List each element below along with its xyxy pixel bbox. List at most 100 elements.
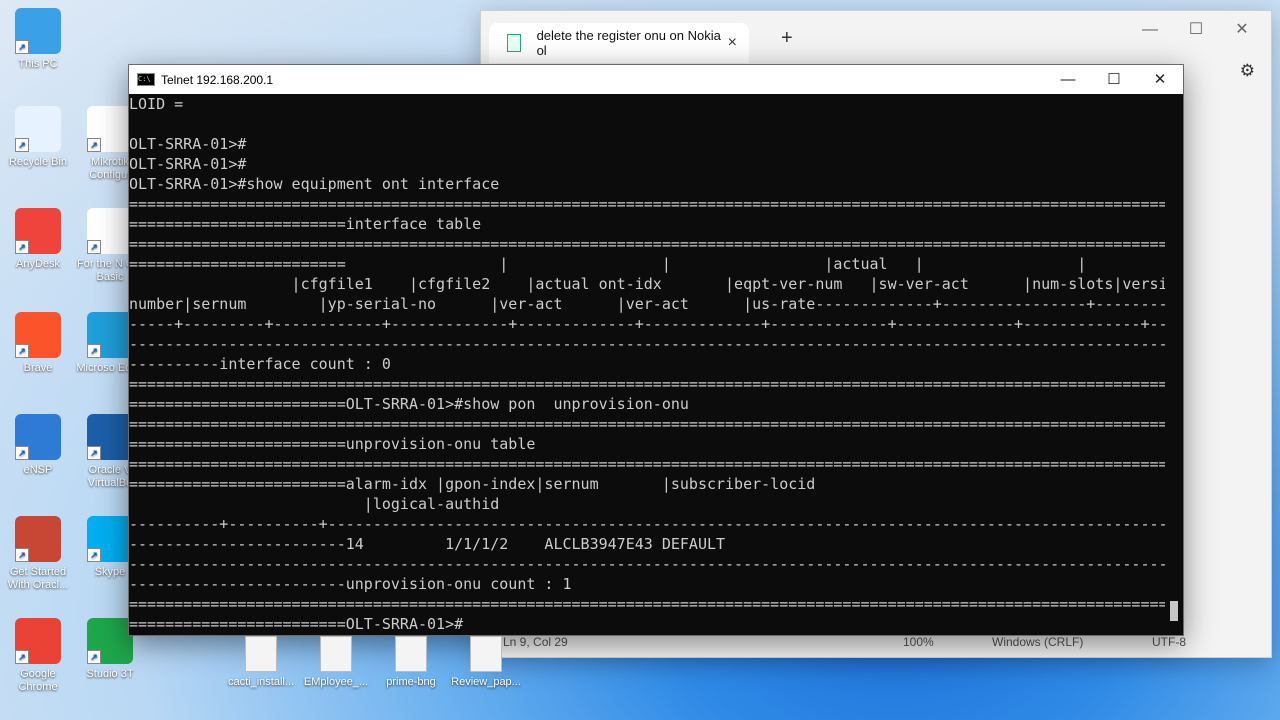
desktop-file-label: prime-bng (386, 676, 436, 688)
database-file-icon (320, 636, 352, 672)
desktop-shortcut-label: eNSP (23, 464, 53, 476)
console-line: OLT-SRRA-01># (129, 135, 247, 153)
console-line: ========================alarm-idx |gpon-… (129, 475, 816, 493)
telnet-console[interactable]: LOID = OLT-SRRA-01># OLT-SRRA-01># OLT-S… (129, 94, 1165, 635)
anydesk-icon: ↗ (15, 208, 61, 254)
desktop-shortcut-label: This PC (18, 58, 58, 70)
console-line: ========================================… (129, 455, 1165, 473)
file-icon (245, 636, 277, 672)
console-line: ======================== | | |actual | |… (129, 255, 1165, 273)
console-line: |logical-authid (129, 495, 500, 513)
desktop-file[interactable]: prime-bng (375, 636, 447, 688)
console-line: ========================================… (129, 595, 1165, 613)
console-line: ========================OLT-SRRA-01>#sho… (129, 395, 689, 413)
shortcut-arrow-icon: ↗ (15, 344, 29, 358)
console-line: ========================================… (129, 375, 1165, 393)
desktop-shortcut-label: AnyDesk (15, 258, 61, 270)
shortcut-arrow-icon: ↗ (87, 240, 101, 254)
desktop-shortcut-label: Recycle Bin (8, 156, 68, 168)
ensp-icon: ↗ (15, 414, 61, 460)
close-icon[interactable]: ✕ (1137, 65, 1183, 94)
desktop-file[interactable]: cacti_install... (225, 636, 297, 688)
encoding[interactable]: UTF-8 (1152, 635, 1186, 649)
edge-icon: ↗ (87, 312, 133, 358)
shortcut-arrow-icon: ↗ (87, 548, 101, 562)
console-line: ========================OLT-SRRA-01># (129, 615, 464, 633)
chrome-icon: ↗ (15, 618, 61, 664)
shortcut-arrow-icon: ↗ (15, 240, 29, 254)
document-icon: ↗ (87, 106, 133, 152)
shortcut-arrow-icon: ↗ (87, 138, 101, 152)
desktop-shortcut[interactable]: ↗ eNSP (0, 414, 76, 477)
line-ending[interactable]: Windows (CRLF) (992, 635, 1083, 649)
console-line: ========================================… (129, 235, 1165, 253)
shortcut-arrow-icon: ↗ (15, 548, 29, 562)
desktop-shortcut-label: Studio 3T (86, 668, 134, 680)
shortcut-arrow-icon: ↗ (87, 344, 101, 358)
console-line: ========================================… (129, 415, 1165, 433)
console-line: ----------------------------------------… (129, 555, 1165, 573)
notepad-file-icon (507, 34, 521, 52)
console-scrollbar[interactable] (1165, 94, 1183, 635)
desktop-file[interactable]: EMployee_... (300, 636, 372, 688)
console-line: LOID = (129, 95, 184, 113)
telnet-titlebar[interactable]: C:\ Telnet 192.168.200.1 — ☐ ✕ (129, 65, 1183, 94)
console-line: ----------------------------------------… (129, 335, 1165, 353)
file-icon (395, 636, 427, 672)
recycle-bin-icon: ↗ (15, 106, 61, 152)
minimize-icon[interactable]: — (1045, 65, 1091, 94)
notepad-tab[interactable]: delete the register onu on Nokia ol × (489, 23, 749, 63)
maximize-icon[interactable]: ☐ (1173, 15, 1219, 45)
minimize-icon[interactable]: — (1127, 15, 1173, 45)
shortcut-arrow-icon: ↗ (87, 650, 101, 664)
console-line: ------------------------14 1/1/1/2 ALCLB… (129, 535, 726, 553)
new-tab-button[interactable]: + (781, 27, 793, 50)
virtualbox-icon: ↗ (87, 414, 133, 460)
desktop-shortcut[interactable]: ↗ Recycle Bin (0, 106, 76, 169)
scrollbar-thumb[interactable] (1170, 601, 1178, 621)
desktop-shortcut-label: Get Started With Oracl... (7, 566, 69, 591)
desktop-file[interactable]: Review_pap... (450, 636, 522, 688)
brave-icon: ↗ (15, 312, 61, 358)
shortcut-arrow-icon: ↗ (15, 138, 29, 152)
desktop-file-label: EMployee_... (303, 676, 369, 688)
console-line: OLT-SRRA-01># (129, 155, 247, 173)
gear-icon[interactable]: ⚙ (1240, 61, 1255, 81)
console-line: ----------+----------+------------------… (129, 515, 1165, 533)
console-line: ========================================… (129, 195, 1165, 213)
desktop-shortcut[interactable]: ↗ Brave (0, 312, 76, 375)
word-file-icon (470, 636, 502, 672)
shortcut-arrow-icon: ↗ (15, 446, 29, 460)
console-output: LOID = OLT-SRRA-01># OLT-SRRA-01># OLT-S… (129, 94, 1165, 634)
telnet-window: C:\ Telnet 192.168.200.1 — ☐ ✕ LOID = OL… (128, 64, 1184, 636)
desktop-shortcut-label: Google Chrome (18, 668, 58, 693)
zoom-level[interactable]: 100% (903, 635, 934, 649)
console-line: |cfgfile1 |cfgfile2 |actual ont-idx |eqp… (129, 275, 1165, 293)
desktop-shortcut[interactable]: ↗ AnyDesk (0, 208, 76, 271)
desktop-shortcut[interactable]: ↗ Google Chrome (0, 618, 76, 694)
telnet-window-controls: — ☐ ✕ (1045, 65, 1183, 94)
console-line: number|sernum |yp-serial-no |ver-act |ve… (129, 295, 1165, 313)
monitor-icon: ↗ (15, 8, 61, 54)
console-line: -----+---------+------------+-----------… (129, 315, 1165, 333)
desktop-shortcut-label: Brave (23, 362, 53, 374)
console-line: OLT-SRRA-01>#show equipment ont interfac… (129, 175, 500, 193)
desktop-file-label: Review_pap... (451, 676, 521, 688)
skype-icon: ↗ (87, 516, 133, 562)
console-icon: C:\ (137, 73, 155, 86)
console-line: ----------interface count : 0 (129, 355, 391, 373)
console-line: ------------------------unprovision-onu … (129, 575, 572, 593)
desktop-file-label: cacti_install... (227, 676, 295, 688)
desktop-shortcut[interactable]: ↗ This PC (0, 8, 76, 71)
maximize-icon[interactable]: ☐ (1091, 65, 1137, 94)
console-line: ========================interface table (129, 215, 482, 233)
desktop-shortcut[interactable]: ↗ Get Started With Oracl... (0, 516, 76, 592)
console-line: ========================unprovision-onu … (129, 435, 536, 453)
shortcut-arrow-icon: ↗ (15, 650, 29, 664)
shortcut-arrow-icon: ↗ (15, 40, 29, 54)
shortcut-arrow-icon: ↗ (87, 446, 101, 460)
close-icon[interactable]: ✕ (1219, 15, 1265, 45)
document-icon: ↗ (87, 208, 133, 254)
oracle-xe-icon: ↗ (15, 516, 61, 562)
close-tab-icon[interactable]: × (728, 34, 737, 52)
